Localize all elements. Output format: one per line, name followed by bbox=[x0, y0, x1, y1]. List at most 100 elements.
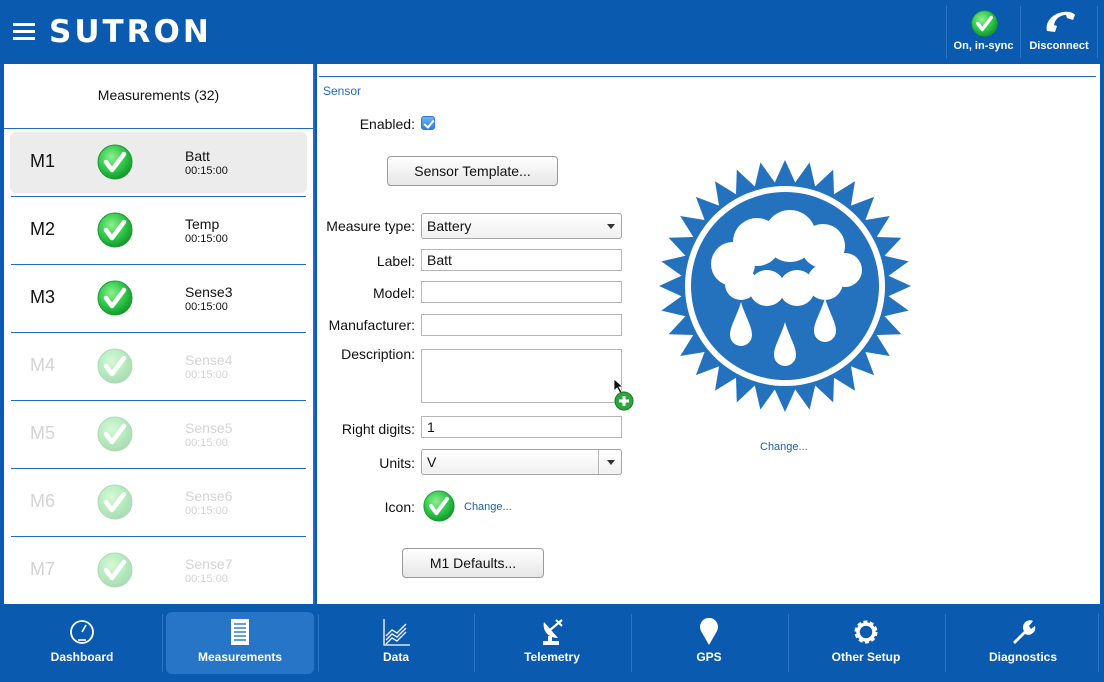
measurement-interval: 00:15:00 bbox=[185, 437, 228, 449]
nav-item-label: Dashboard bbox=[50, 650, 114, 664]
nav-item-telemetry[interactable]: Telemetry bbox=[478, 612, 626, 674]
model-input[interactable] bbox=[421, 281, 622, 303]
nav-item-data[interactable]: Data bbox=[322, 612, 470, 674]
manufacturer-label: Manufacturer: bbox=[328, 317, 415, 333]
measurement-name: Sense5 bbox=[185, 420, 233, 436]
measure-type-label: Measure type: bbox=[326, 218, 415, 234]
description-label: Description: bbox=[341, 346, 415, 362]
sensor-panel: Sensor Enabled: Sensor Template... Measu… bbox=[317, 64, 1100, 604]
measurement-row-m5[interactable]: M5 Sense5 00:15:00 bbox=[11, 401, 306, 469]
right-digits-label: Right digits: bbox=[341, 421, 415, 437]
measurement-id: M3 bbox=[30, 287, 56, 307]
menu-icon[interactable] bbox=[13, 23, 35, 41]
nav-item-label: Data bbox=[382, 650, 409, 664]
disconnect-label: Disconnect bbox=[1029, 40, 1089, 52]
list-icon bbox=[231, 619, 249, 645]
sensor-template-button[interactable]: Sensor Template... bbox=[387, 156, 558, 186]
measurement-interval: 00:15:00 bbox=[185, 573, 228, 585]
nav-item-label: Measurements bbox=[197, 650, 283, 664]
brand-logo: SUTRON bbox=[49, 14, 212, 50]
chart-icon bbox=[383, 619, 410, 646]
description-textarea[interactable] bbox=[421, 349, 622, 403]
chevron-down-icon[interactable] bbox=[607, 460, 615, 465]
nav-item-measurements[interactable]: Measurements bbox=[166, 612, 314, 674]
measurement-name: Sense4 bbox=[185, 352, 233, 368]
measurement-interval: 00:15:00 bbox=[185, 165, 228, 177]
nav-divider bbox=[788, 614, 789, 672]
measurement-name: Sense7 bbox=[185, 556, 233, 572]
nav-item-gps[interactable]: GPS bbox=[635, 612, 783, 674]
check-icon bbox=[423, 490, 455, 522]
measurement-name: Sense3 bbox=[185, 284, 233, 300]
gear-icon bbox=[854, 620, 878, 644]
measurement-name: Temp bbox=[185, 216, 220, 232]
measurement-id: M2 bbox=[30, 219, 56, 239]
measure-type-select[interactable]: Battery bbox=[421, 213, 622, 239]
section-divider bbox=[319, 76, 1096, 77]
check-icon bbox=[97, 484, 133, 520]
nav-divider bbox=[1098, 614, 1099, 672]
nav-item-dashboard[interactable]: Dashboard bbox=[8, 612, 156, 674]
nav-item-diagnostics[interactable]: Diagnostics bbox=[949, 612, 1097, 674]
measurement-id: M5 bbox=[30, 423, 56, 443]
measurement-id: M4 bbox=[30, 355, 56, 375]
satellite-dish-icon bbox=[543, 619, 563, 645]
check-icon bbox=[97, 144, 133, 180]
section-title: Sensor bbox=[323, 84, 362, 98]
bottom-nav: Dashboard Measurements Data Telemetry GPS Oth… bbox=[0, 604, 1104, 682]
nav-divider bbox=[631, 614, 632, 672]
measurements-title: Measurements (32) bbox=[4, 64, 313, 129]
check-icon bbox=[97, 280, 133, 316]
measurement-name: Sense6 bbox=[185, 488, 233, 504]
badge-change-link[interactable]: Change... bbox=[760, 441, 808, 453]
check-icon bbox=[97, 416, 133, 452]
enabled-checkbox[interactable] bbox=[421, 116, 435, 130]
measurement-interval: 00:15:00 bbox=[185, 505, 228, 517]
nav-item-label: GPS bbox=[696, 650, 722, 664]
measurement-row-m4[interactable]: M4 Sense4 00:15:00 bbox=[11, 333, 306, 401]
nav-item-label: Other Setup bbox=[831, 650, 901, 664]
label-input[interactable]: Batt bbox=[421, 249, 622, 271]
measurements-list[interactable]: M1 Batt 00:15:00 M2 Temp 00:15:00 M3 Sen… bbox=[4, 129, 313, 605]
defaults-button[interactable]: M1 Defaults... bbox=[402, 548, 544, 578]
nav-item-label: Diagnostics bbox=[988, 650, 1057, 664]
measurement-interval: 00:15:00 bbox=[185, 301, 228, 313]
rain-cloud-badge-icon[interactable] bbox=[655, 156, 915, 416]
gauge-icon bbox=[70, 620, 94, 644]
chevron-down-icon bbox=[607, 224, 615, 229]
units-value: V bbox=[427, 454, 437, 470]
measurement-row-m2[interactable]: M2 Temp 00:15:00 bbox=[11, 197, 306, 265]
check-icon bbox=[97, 348, 133, 384]
measurement-row-m7[interactable]: M7 Sense7 00:15:00 bbox=[11, 537, 306, 605]
nav-item-other-setup[interactable]: Other Setup bbox=[792, 612, 940, 674]
wrench-icon bbox=[1013, 620, 1036, 644]
nav-item-label: Telemetry bbox=[524, 650, 580, 664]
units-combobox[interactable]: V bbox=[421, 449, 622, 475]
app-header: SUTRON On, in-sync Disconnect bbox=[0, 0, 1104, 64]
disconnect-button[interactable]: Disconnect bbox=[1020, 6, 1098, 58]
icon-change-link[interactable]: Change... bbox=[464, 501, 512, 513]
sync-status-label: On, in-sync bbox=[953, 40, 1014, 52]
add-plus-icon bbox=[614, 391, 634, 411]
enabled-label: Enabled: bbox=[359, 116, 415, 132]
measurement-interval: 00:15:00 bbox=[185, 233, 228, 245]
measurement-id: M6 bbox=[30, 491, 56, 511]
right-digits-input[interactable]: 1 bbox=[421, 416, 622, 438]
check-icon bbox=[97, 212, 133, 248]
measurement-row-m6[interactable]: M6 Sense6 00:15:00 bbox=[11, 469, 306, 537]
check-icon bbox=[971, 10, 998, 37]
measurement-row-m3[interactable]: M3 Sense3 00:15:00 bbox=[11, 265, 306, 333]
measurements-panel: Measurements (32) M1 Batt 00:15:00 M2 Te… bbox=[4, 64, 315, 605]
measurement-id: M7 bbox=[30, 559, 56, 579]
manufacturer-input[interactable] bbox=[421, 314, 622, 336]
combo-divider bbox=[598, 450, 599, 474]
measurement-name: Batt bbox=[185, 148, 210, 164]
sync-status-button[interactable]: On, in-sync bbox=[946, 6, 1020, 58]
measurement-interval: 00:15:00 bbox=[185, 369, 228, 381]
measurement-id: M1 bbox=[30, 151, 56, 171]
nav-divider bbox=[318, 614, 319, 672]
units-label: Units: bbox=[379, 455, 415, 471]
measurement-row-m1[interactable]: M1 Batt 00:15:00 bbox=[10, 129, 307, 197]
check-icon bbox=[97, 552, 133, 588]
icon-label: Icon: bbox=[384, 499, 415, 515]
